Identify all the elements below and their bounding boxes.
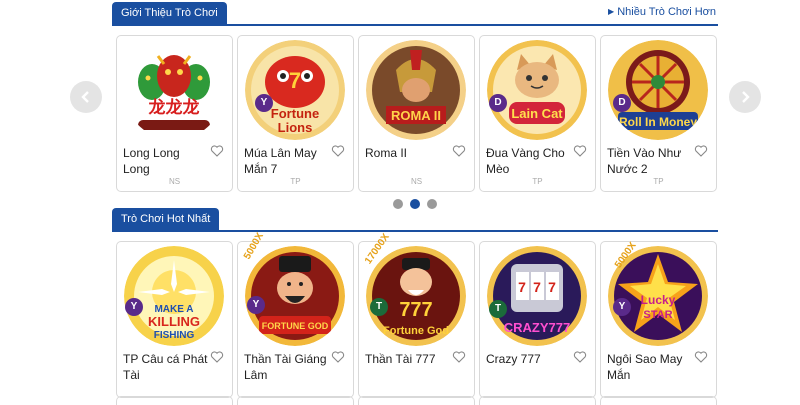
chevron-right-icon [742,91,750,103]
game-name: Múa Lân May Mắn 7 [244,146,317,176]
game-card[interactable]: 7 Fortune Lions Y Múa Lân May Mắn 7 TP [237,35,354,192]
next-row-card-edge [479,396,596,405]
game-card[interactable]: 7 7 7 CRAZY777 T Crazy 777 [479,241,596,398]
heart-icon[interactable] [573,144,587,158]
svg-text:KILLING: KILLING [148,314,200,329]
game-provider: NS [410,177,423,186]
heart-icon[interactable] [694,350,708,364]
slot-machine-icon: 7 7 7 CRAZY777 [487,246,587,346]
next-row-card-edge [600,396,717,405]
game-card[interactable]: 777 Fortune God 17000X T Thần Tài 777 [358,232,475,398]
game-thumbnail: MAKE A KILLING FISHING [124,246,224,346]
svg-text:777: 777 [399,299,432,321]
svg-text:7: 7 [548,279,556,295]
game-name: TP Câu cá Phát Tài [123,352,208,382]
carousel-prev-button[interactable] [70,81,102,113]
heart-icon[interactable] [331,144,345,158]
provider-badge-icon: D [613,94,631,112]
heart-icon[interactable] [694,144,708,158]
provider-badge-icon: Y [125,298,143,316]
next-row-card-edge [237,396,354,405]
game-provider: TP [653,177,664,186]
svg-text:Lucky: Lucky [641,293,676,307]
game-thumbnail: ROMA II [366,40,466,140]
game-thumbnail: Roll In Money [608,40,708,140]
svg-text:Lions: Lions [278,120,313,135]
provider-badge-icon: T [370,298,388,316]
game-thumbnail: 龙龙龙 [124,40,224,140]
game-thumbnail: Lain Cat [487,40,587,140]
provider-badge-icon: T [489,300,507,318]
svg-text:Fortune: Fortune [271,106,319,121]
svg-text:Roll In Money: Roll In Money [619,115,697,129]
svg-text:7: 7 [289,68,301,93]
heart-icon[interactable] [452,350,466,364]
game-thumbnail: 777 Fortune God [366,246,466,346]
chevron-left-icon [81,91,89,103]
svg-text:ROMA II: ROMA II [391,108,441,123]
game-provider: NS [168,177,181,186]
lion-dance-icon: 7 Fortune Lions [245,40,345,140]
gladiator-icon: ROMA II [366,40,466,140]
heart-icon[interactable] [331,350,345,364]
game-name: Crazy 777 [486,352,541,366]
game-provider: TP [532,177,543,186]
heart-icon[interactable] [452,144,466,158]
game-card[interactable]: Lucky STAR 5000X Y Ngôi Sao May Mắn [600,240,717,398]
next-row-card-edge [116,396,233,405]
hot-section-header: Trò Chơi Hot Nhất [112,208,718,232]
game-name: Thần Tài 777 [365,352,436,366]
provider-badge-icon: Y [255,94,273,112]
game-card[interactable]: FORTUNE GOD 5000X Y Thần Tài Giáng Lâm [237,231,354,398]
svg-text:STAR: STAR [643,309,672,321]
intro-section-header: Giới Thiệu Trò Chơi ▶ Nhiều Trò Chơi Hơn [112,2,718,26]
game-name: Tiền Vào Như Nước 2 [607,146,682,176]
svg-text:7: 7 [518,279,526,295]
svg-text:CRAZY777: CRAZY777 [504,320,570,335]
next-row-card-edge [358,396,475,405]
game-name: Thần Tài Giáng Lâm [244,352,327,382]
heart-icon[interactable] [573,350,587,364]
svg-text:7: 7 [533,279,541,295]
game-name: Đua Vàng Cho Mèo [486,146,565,176]
svg-text:Fortune God: Fortune God [383,325,449,337]
provider-badge-icon: Y [247,296,265,314]
svg-text:FISHING: FISHING [154,330,195,341]
lucky-cat-icon: Lain Cat [487,40,587,140]
svg-text:Lain Cat: Lain Cat [511,106,563,121]
intro-games-row: 龙龙龙 Long Long Long NS 7 Fortune Lions Y … [116,35,717,192]
hot-section-title: Trò Chơi Hot Nhất [112,208,220,230]
provider-badge-icon: D [489,94,507,112]
heart-icon[interactable] [210,350,224,364]
fishing-icon: MAKE A KILLING FISHING [124,246,224,346]
game-name: Long Long Long [123,146,180,176]
game-card[interactable]: Roll In Money D Tiền Vào Như Nước 2 TP [600,35,717,192]
play-triangle-icon: ▶ [608,7,615,16]
hot-games-row: MAKE A KILLING FISHING Y TP Câu cá Phát … [116,231,717,398]
game-thumbnail: 7 7 7 CRAZY777 [487,246,587,346]
more-games-link-label: Nhiều Trò Chơi Hơn [617,6,716,18]
game-card[interactable]: Lain Cat D Đua Vàng Cho Mèo TP [479,35,596,192]
svg-text:FORTUNE GOD: FORTUNE GOD [262,321,329,331]
game-card[interactable]: 龙龙龙 Long Long Long NS [116,35,233,192]
game-name: Roma II [365,146,408,160]
carousel-next-button[interactable] [729,81,761,113]
fortune-god-777-icon: 777 Fortune God [366,246,466,346]
intro-section-title: Giới Thiệu Trò Chơi [112,2,227,24]
more-games-link[interactable]: ▶ Nhiều Trò Chơi Hơn [608,6,716,18]
game-provider: TP [290,177,301,186]
svg-text:龙龙龙: 龙龙龙 [148,97,200,118]
game-card[interactable]: MAKE A KILLING FISHING Y TP Câu cá Phát … [116,241,233,398]
game-thumbnail: 7 Fortune Lions [245,40,345,140]
money-wheel-icon: Roll In Money [608,40,708,140]
game-name: Ngôi Sao May Mắn [607,352,683,382]
dragon-heads-icon: 龙龙龙 [124,40,224,140]
heart-icon[interactable] [210,144,224,158]
provider-badge-icon: Y [613,298,631,316]
game-card[interactable]: ROMA II Roma II NS [358,35,475,192]
